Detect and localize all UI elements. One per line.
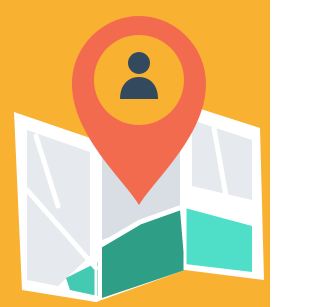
location-map-illustration [0,0,270,307]
user-head [128,52,150,74]
illustration-canvas [0,0,270,307]
